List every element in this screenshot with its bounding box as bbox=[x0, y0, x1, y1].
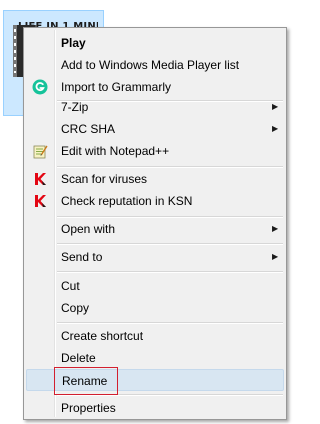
menu-item-scan-for-viruses[interactable]: Scan for viruses bbox=[26, 168, 284, 190]
menu-item-delete[interactable]: Delete bbox=[26, 347, 284, 369]
menu-item-label: Cut bbox=[61, 279, 80, 293]
submenu-arrow-icon: ▶ bbox=[272, 224, 279, 233]
menu-item-edit-with-notepad[interactable]: Edit with Notepad++ bbox=[26, 140, 284, 162]
menu-item-label: Send to bbox=[61, 250, 103, 264]
menu-item-label: Delete bbox=[61, 351, 96, 365]
menu-item-properties[interactable]: Properties bbox=[26, 397, 284, 419]
menu-item-7zip[interactable]: 7-Zip ▶ bbox=[26, 96, 284, 118]
menu-separator bbox=[57, 271, 283, 273]
notepad-plus-plus-icon bbox=[33, 145, 48, 159]
menu-item-label: Play bbox=[61, 36, 86, 50]
menu-separator bbox=[57, 243, 283, 245]
menu-separator bbox=[57, 322, 283, 324]
menu-item-label: Import to Grammarly bbox=[61, 80, 172, 94]
desktop-screen: LIFE IN 1 MINUTE Play Add to Windows Med… bbox=[0, 0, 292, 424]
menu-item-open-with[interactable]: Open with ▶ bbox=[26, 218, 284, 240]
rename-highlight-box bbox=[54, 367, 118, 395]
menu-item-check-reputation-ksn[interactable]: Check reputation in KSN bbox=[26, 190, 284, 212]
submenu-arrow-icon: ▶ bbox=[272, 102, 279, 111]
menu-item-label: Edit with Notepad++ bbox=[61, 144, 170, 158]
menu-item-label: Add to Windows Media Player list bbox=[61, 58, 240, 72]
menu-item-cut[interactable]: Cut bbox=[26, 275, 284, 297]
menu-item-label: Copy bbox=[61, 301, 90, 315]
menu-item-label: CRC SHA bbox=[61, 122, 116, 136]
kaspersky-icon bbox=[35, 173, 46, 185]
menu-item-import-to-grammarly[interactable]: Import to Grammarly bbox=[26, 76, 284, 98]
menu-item-copy[interactable]: Copy bbox=[26, 297, 284, 319]
menu-item-label: Properties bbox=[61, 401, 116, 415]
submenu-arrow-icon: ▶ bbox=[272, 252, 279, 261]
menu-item-play[interactable]: Play bbox=[26, 32, 284, 54]
menu-item-label: Open with bbox=[61, 222, 116, 236]
menu-item-create-shortcut[interactable]: Create shortcut bbox=[26, 325, 284, 347]
menu-item-send-to[interactable]: Send to ▶ bbox=[26, 246, 284, 268]
menu-item-label: Scan for viruses bbox=[61, 172, 148, 186]
grammarly-icon bbox=[32, 79, 48, 95]
menu-item-crc-sha[interactable]: CRC SHA ▶ bbox=[26, 118, 284, 140]
menu-item-label: Create shortcut bbox=[61, 329, 144, 343]
submenu-arrow-icon: ▶ bbox=[272, 124, 279, 133]
menu-item-label: Check reputation in KSN bbox=[61, 194, 193, 208]
menu-item-add-to-wmp-list[interactable]: Add to Windows Media Player list bbox=[26, 54, 284, 76]
context-menu: Play Add to Windows Media Player list Im… bbox=[23, 27, 287, 420]
kaspersky-icon bbox=[35, 195, 46, 207]
menu-item-label: 7-Zip bbox=[61, 100, 89, 114]
